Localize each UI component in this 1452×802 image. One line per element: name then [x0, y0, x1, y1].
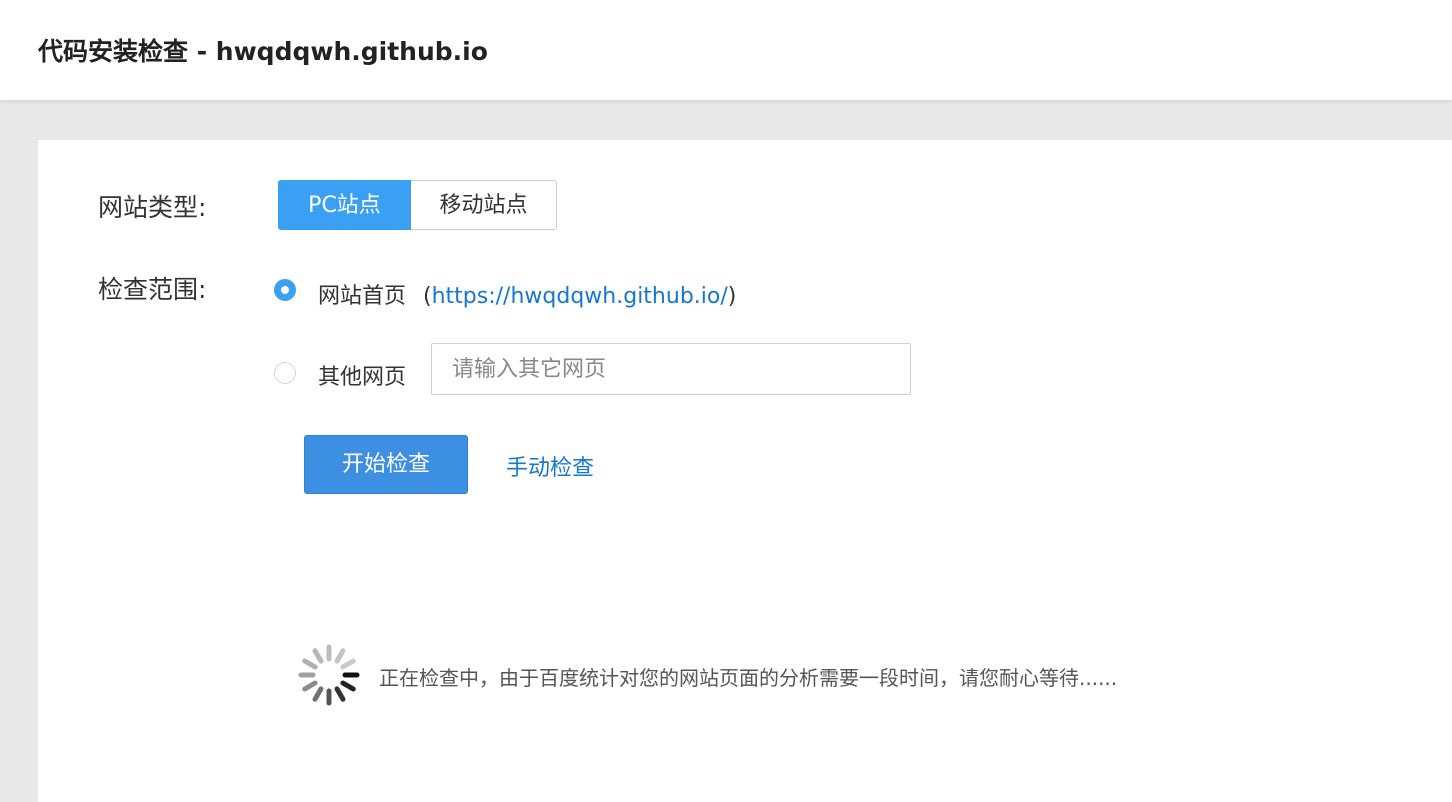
start-check-button[interactable]: 开始检查 — [304, 435, 468, 494]
other-page-label: 其他网页 — [318, 365, 407, 390]
close-paren: ) — [727, 284, 737, 309]
open-paren: ( — [423, 284, 432, 309]
check-panel: 网站类型: PC站点 移动站点 检查范围: 网站首页 (https://hwqd… — [38, 140, 1452, 802]
page-header: 代码安装检查 - hwqdqwh.github.io — [0, 0, 1452, 100]
manual-check-link[interactable]: 手动检查 — [506, 450, 594, 482]
scope-label: 检查范围: — [98, 275, 207, 304]
homepage-option: 网站首页 (https://hwqdqwh.github.io/) — [318, 278, 736, 310]
homepage-url-link[interactable]: https://hwqdqwh.github.io/ — [432, 284, 728, 309]
page-title: 代码安装检查 - hwqdqwh.github.io — [38, 37, 488, 66]
loading-spinner-icon — [298, 644, 360, 706]
homepage-label: 网站首页 — [318, 284, 407, 309]
checking-status-message: 正在检查中，由于百度统计对您的网站页面的分析需要一段时间，请您耐心等待.....… — [379, 666, 1118, 690]
mobile-site-button[interactable]: 移动站点 — [411, 180, 557, 230]
site-type-label: 网站类型: — [98, 193, 207, 222]
other-page-radio[interactable] — [274, 362, 296, 384]
other-page-input[interactable] — [431, 343, 911, 395]
homepage-radio[interactable] — [274, 279, 296, 301]
site-type-toggle: PC站点 移动站点 — [278, 180, 557, 232]
pc-site-button[interactable]: PC站点 — [278, 180, 411, 230]
